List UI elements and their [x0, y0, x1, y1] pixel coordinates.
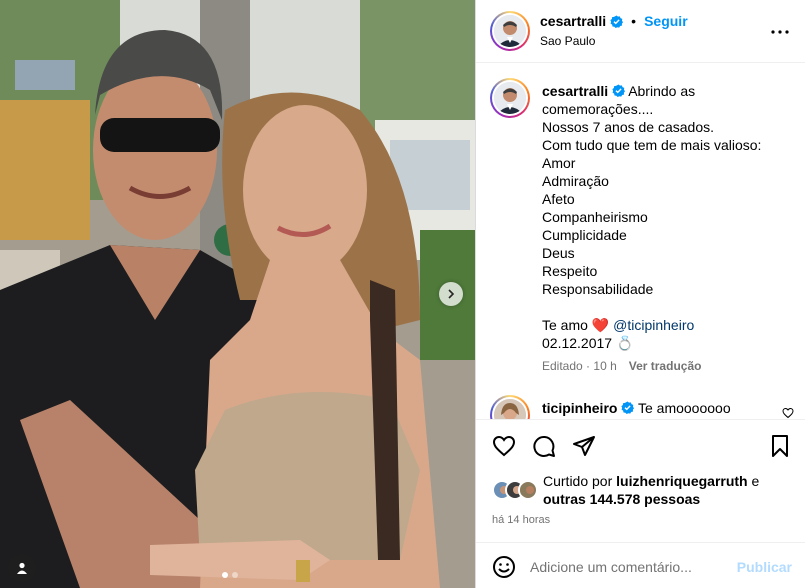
caption-author-avatar[interactable] — [490, 78, 530, 118]
instagram-post: cesartralli • Seguir Sao Paulo cesartral… — [0, 0, 805, 588]
caption-first-line: cesartralli Abrindo as — [542, 82, 792, 100]
post-side-panel: cesartralli • Seguir Sao Paulo cesartral… — [475, 0, 805, 588]
caption-line: Admiração — [542, 173, 609, 189]
publish-button[interactable]: Publicar — [737, 559, 792, 575]
caption-meta: Editado · 10 h Ver tradução — [542, 359, 701, 373]
liked-by-text: Curtido por luizhenriquegarruth e outras… — [543, 472, 759, 508]
verified-badge-icon — [612, 84, 626, 97]
caption-line: Com tudo que tem de mais valioso: — [542, 137, 762, 153]
edited-time: 10 h — [593, 359, 617, 373]
tagged-users-button[interactable] — [8, 554, 36, 582]
comment-text: Te amooooooo — [637, 400, 731, 416]
edited-separator: · — [586, 359, 591, 373]
caption-line: Amor — [542, 155, 576, 171]
liker-avatar[interactable] — [518, 480, 538, 500]
caption-line: Afeto — [542, 191, 575, 207]
comment-text-row: ticipinheiro Te amooooooo — [542, 400, 731, 416]
caption-date: 02.12.2017 — [542, 335, 613, 351]
caption-text: cesartralli Abrindo as comemorações.... … — [542, 82, 792, 352]
caption-avatar-image — [494, 82, 526, 114]
caption-line: Cumplicidade — [542, 227, 627, 243]
photo-scene-couple — [0, 0, 475, 588]
commenter-avatar[interactable] — [490, 395, 530, 419]
verified-badge-icon — [621, 401, 635, 414]
carousel-dot-active — [222, 572, 228, 578]
liked-by-others[interactable]: outras 144.578 pessoas — [543, 491, 700, 507]
post-header: cesartralli • Seguir Sao Paulo — [476, 0, 805, 63]
caption-line: comemorações.... — [542, 101, 654, 117]
next-photo-button[interactable] — [439, 282, 463, 306]
carousel-dot — [232, 572, 238, 578]
post-photo[interactable] — [0, 0, 475, 588]
share-icon[interactable] — [572, 434, 596, 458]
caption-line: Respeito — [542, 263, 598, 279]
caption-author-username[interactable]: cesartralli — [542, 83, 608, 99]
caption-line: Deus — [542, 245, 575, 261]
caption-line: Responsabilidade — [542, 281, 654, 297]
author-username[interactable]: cesartralli — [540, 13, 606, 29]
heart-icon[interactable] — [492, 434, 516, 458]
ring-emoji-icon: 💍 — [615, 335, 634, 351]
header-user-row: cesartralli • Seguir — [540, 13, 688, 29]
liked-by-user[interactable]: luizhenriquegarruth — [616, 473, 747, 489]
more-options-icon[interactable] — [768, 20, 792, 44]
carousel-indicator — [222, 572, 238, 578]
likes-summary: Curtido por luizhenriquegarruth e outras… — [492, 472, 759, 508]
emoji-icon[interactable] — [492, 555, 516, 579]
edited-info: Editado · 10 h — [542, 359, 617, 373]
see-translation-button[interactable]: Ver tradução — [629, 359, 702, 373]
commenter-avatar-image — [494, 399, 526, 419]
commenter-username[interactable]: ticipinheiro — [542, 400, 617, 416]
header-separator: • — [631, 13, 637, 29]
liked-by-prefix: Curtido por — [543, 473, 613, 489]
post-location[interactable]: Sao Paulo — [540, 34, 595, 48]
next-arrow-icon — [448, 289, 455, 299]
verified-badge-icon — [610, 14, 624, 28]
save-icon[interactable] — [768, 434, 792, 458]
caption-love-text: Te amo — [542, 317, 588, 333]
edited-label: Editado — [542, 359, 583, 373]
caption-date-line: 02.12.2017 💍 — [542, 334, 792, 352]
comment-like-heart-icon[interactable] — [782, 407, 794, 419]
post-timestamp[interactable]: há 14 horas — [492, 514, 550, 526]
action-bar — [476, 419, 805, 467]
caption-line: Abrindo as — [628, 83, 696, 99]
caption-line: Companheirismo — [542, 209, 648, 225]
comment-item: ticipinheiro Te amooooooo — [476, 393, 805, 419]
liked-by-and: e — [751, 473, 760, 489]
user-tag-icon — [17, 562, 27, 574]
red-heart-emoji-icon: ❤️ — [591, 317, 610, 333]
caption-love-line: Te amo ❤️ @ticipinheiro — [542, 316, 792, 334]
comment-input[interactable] — [530, 555, 730, 579]
caption-line: Nossos 7 anos de casados. — [542, 119, 714, 135]
author-avatar-image — [494, 15, 526, 47]
author-avatar[interactable] — [490, 11, 530, 51]
caption-mention-link[interactable]: @ticipinheiro — [613, 317, 694, 333]
add-comment-bar: Publicar — [476, 542, 805, 588]
post-caption: cesartralli Abrindo as comemorações.... … — [476, 64, 805, 396]
follow-button[interactable]: Seguir — [644, 13, 688, 29]
comment-icon[interactable] — [532, 434, 556, 458]
